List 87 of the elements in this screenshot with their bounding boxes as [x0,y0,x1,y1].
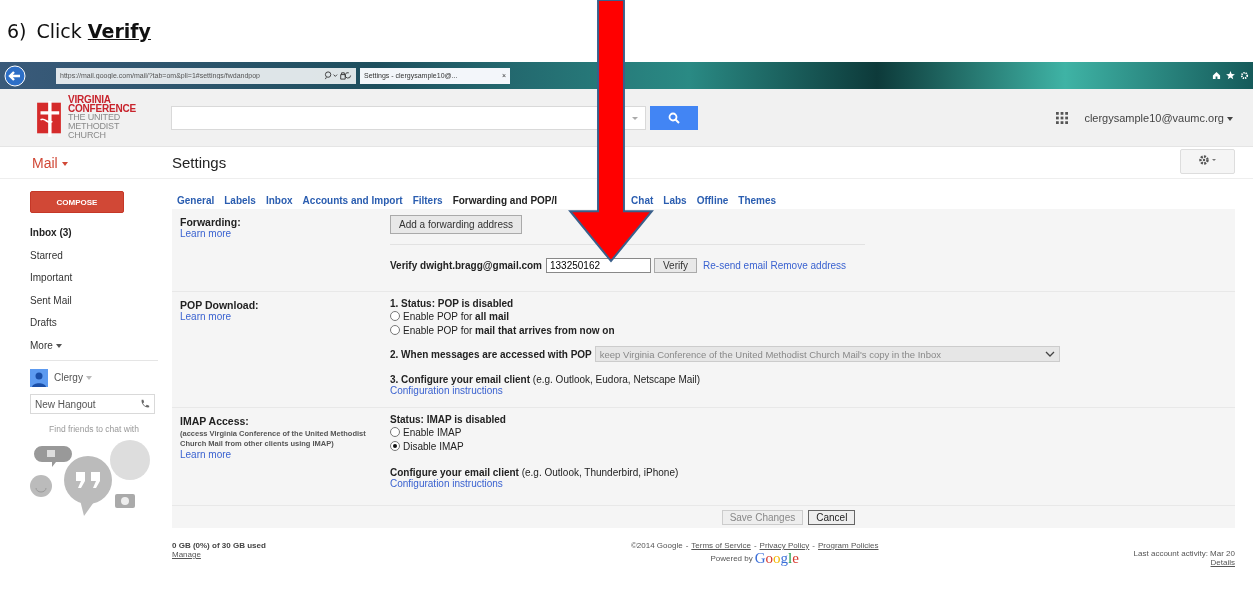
copyright-text: ©2014 Google [630,541,683,550]
settings-tab[interactable]: Labels [224,194,256,206]
settings-tab[interactable]: Themes [738,194,777,206]
option-label: Enable POP for all mail [403,310,509,322]
instruction-text: Click Verify [36,20,151,42]
configure-client-text: Configure your email client (e.g. Outlook, Thunderbird, iPhone) [390,467,680,478]
footer-link[interactable]: Program Policies [818,541,879,550]
configure-client-text: 3. Configure your email client (e.g. Outlook, Eudora, Netscape Mail) [390,374,702,385]
settings-tab[interactable]: Labs [663,194,687,206]
pop-access-label: 2. When messages are accessed with POP [390,348,592,360]
search-field[interactable] [171,105,646,130]
caret-icon [61,161,68,166]
folder-link[interactable]: Important [30,267,172,290]
settings-button[interactable] [1180,149,1235,174]
logo-text: THE UNITED [68,113,121,122]
caret-icon [85,376,92,381]
separator-text: - [753,541,757,550]
more-menu[interactable]: More [30,334,172,358]
resend-email-link[interactable]: Re-send email [703,260,768,271]
folder-link[interactable]: Drafts [30,312,172,335]
last-activity-text: Last account activity: Mar 20 [1133,549,1235,558]
logo-text: CHURCH [68,131,107,140]
logo-text: CONFERENCE [68,104,136,113]
step-number: 6) [7,20,27,42]
verify-button[interactable]: Verify [654,258,697,273]
back-icon[interactable] [4,64,26,87]
manage-link[interactable]: Manage [172,550,266,559]
footer-link[interactable]: Privacy Policy [759,541,810,550]
storage-usage: 0 GB (0%) of 30 GB used [172,541,266,550]
home-icon[interactable] [1212,71,1221,80]
settings-tab[interactable]: General [177,194,215,206]
mail-menu[interactable]: Mail [32,154,68,171]
settings-tab[interactable]: Filters [412,194,443,206]
verify-label: Verify dwight.bragg@gmail.com [390,260,542,271]
settings-tab[interactable]: Accounts and Import [302,194,403,206]
configuration-instructions-link[interactable]: Configuration instructions [390,478,1235,489]
separator-text: - [812,541,815,550]
separator-text: - [685,541,689,550]
option-label: Disable IMAP [403,440,464,452]
new-hangout-field[interactable]: New Hangout [30,394,155,415]
find-friends-text: Find friends to chat with [48,423,140,434]
option-label: Enable POP for mail that arrives from now on [403,324,615,336]
radio-button[interactable] [390,427,400,437]
learn-more-link[interactable]: Learn more [180,449,390,460]
settings-tab[interactable]: Offline [696,194,729,206]
phone-icon[interactable] [140,398,150,409]
compose-button[interactable]: COMPOSE [30,191,124,213]
pop-status: 1. Status: POP is disabled [390,298,515,309]
settings-tab[interactable]: Forwarding and POP/I [452,194,558,206]
radio-button[interactable] [390,325,400,335]
folder-link[interactable]: Inbox (3) [30,222,172,245]
imap-status: Status: IMAP is disabled [390,414,507,425]
google-logo: Google [754,550,799,567]
section-label: IMAP Access: [180,415,250,427]
account-menu[interactable]: clergysample10@vaumc.org [1084,111,1233,124]
add-forwarding-address-button[interactable]: Add a forwarding address [390,215,522,234]
gear-icon [1197,154,1218,166]
chevron-down-icon [1044,351,1055,357]
configuration-instructions-link[interactable]: Configuration instructions [390,385,1235,396]
radio-button[interactable] [390,311,400,321]
action-button[interactable]: Cancel [808,510,856,525]
folder-link[interactable]: Sent Mail [30,289,172,313]
apps-grid-icon[interactable] [1056,111,1069,124]
option-label: Enable IMAP [403,426,462,438]
page-title: Settings [172,154,227,171]
learn-more-link[interactable]: Learn more [180,311,390,322]
chat-user[interactable]: Clergy [54,372,92,384]
logo-text: VIRGINIA [68,95,112,104]
powered-by-text: Powered by [710,554,753,563]
settings-tab[interactable]: Inbox [265,194,293,206]
avatar-icon [30,368,48,387]
verification-code-field[interactable]: 133250162 [546,258,651,273]
details-link[interactable]: Details [1210,558,1235,567]
caret-icon [55,344,62,349]
learn-more-link[interactable]: Learn more [180,228,390,239]
section-label: Forwarding: [180,216,242,228]
section-label: POP Download: [180,299,260,311]
settings-tab[interactable]: Chat [631,194,654,206]
logo-text: METHODIST [68,122,121,131]
search-button[interactable] [650,105,698,130]
star-icon[interactable] [1226,71,1235,80]
footer-link[interactable]: Terms of Service [691,541,751,550]
folder-link[interactable]: Starred [30,244,172,268]
remove-address-link[interactable]: Remove address [770,260,847,271]
radio-button[interactable] [390,441,400,451]
settings-icon[interactable] [1240,71,1249,80]
caret-icon [1227,116,1233,121]
